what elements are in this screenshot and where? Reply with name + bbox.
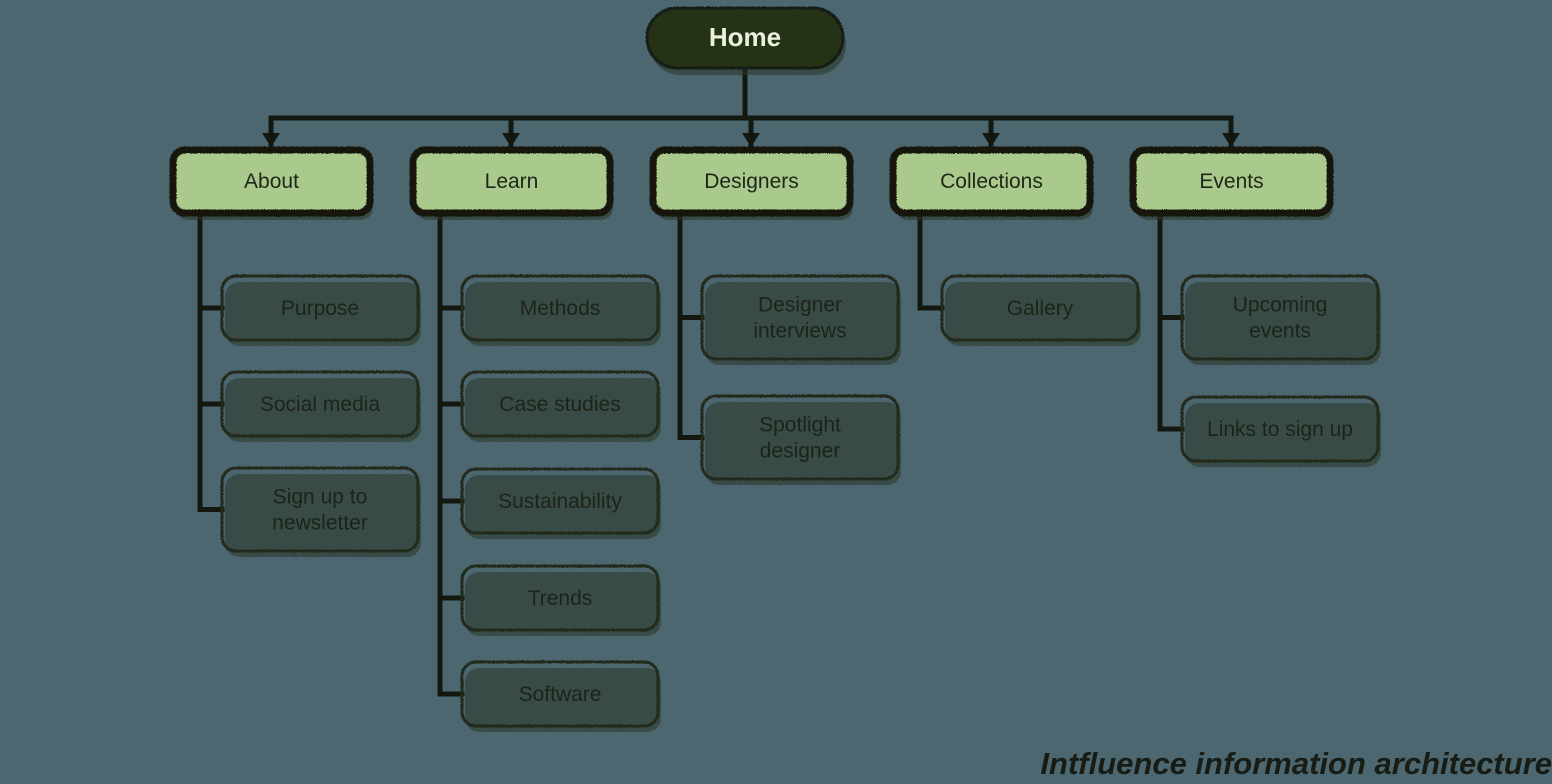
arrow-about bbox=[262, 133, 280, 147]
node-leaf-case-studies[interactable]: Case studies bbox=[460, 370, 661, 442]
arrow-learn bbox=[502, 133, 520, 147]
ia-diagram-canvas: Home About Purpose Social media Sign up to ne… bbox=[169, 6, 1381, 732]
node-section-label: Learn bbox=[485, 170, 539, 193]
node-leaf-label: Designer bbox=[758, 294, 842, 317]
node-leaf-label: Purpose bbox=[281, 297, 359, 320]
node-section-events[interactable]: Events bbox=[1129, 146, 1334, 220]
node-leaf-label: Methods bbox=[520, 297, 601, 320]
node-section-label: Collections bbox=[940, 170, 1043, 193]
node-leaf-label: Links to sign up bbox=[1207, 418, 1353, 441]
node-leaf-label: events bbox=[1249, 320, 1311, 343]
node-leaf-label: Trends bbox=[528, 587, 593, 610]
node-leaf-label: Sustainability bbox=[498, 490, 622, 513]
node-leaf-purpose[interactable]: Purpose bbox=[220, 274, 421, 346]
node-leaf-trends[interactable]: Trends bbox=[460, 564, 661, 636]
ia-diagram: Home About Purpose Social media Sign up to ne… bbox=[0, 0, 1552, 784]
node-section-label: About bbox=[244, 170, 299, 193]
node-leaf-label: Upcoming bbox=[1233, 294, 1328, 317]
diagram-caption: Intfluence information architecture bbox=[1040, 746, 1552, 781]
node-section-label: Designers bbox=[704, 170, 799, 193]
node-leaf-sign-up-to-newsletter[interactable]: Sign up to newsletter bbox=[220, 466, 421, 557]
node-leaf-label: Sign up to bbox=[273, 486, 368, 509]
node-leaf-software[interactable]: Software bbox=[460, 660, 661, 732]
node-leaf-links-to-sign-up[interactable]: Links to sign up bbox=[1180, 395, 1381, 467]
node-leaf-gallery[interactable]: Gallery bbox=[940, 274, 1141, 346]
node-leaf-sustainability[interactable]: Sustainability bbox=[460, 467, 661, 539]
node-leaf-label: Gallery bbox=[1007, 297, 1074, 320]
node-section-label: Events bbox=[1199, 170, 1263, 193]
node-leaf-label: Software bbox=[519, 683, 602, 706]
node-leaf-upcoming-events[interactable]: Upcoming events bbox=[1180, 274, 1381, 365]
arrow-designers bbox=[742, 133, 760, 147]
arrow-collections bbox=[982, 133, 1000, 147]
node-section-designers[interactable]: Designers bbox=[649, 146, 854, 220]
node-leaf-social-media[interactable]: Social media bbox=[220, 370, 421, 442]
node-leaf-label: newsletter bbox=[272, 512, 368, 535]
node-leaf-label: Social media bbox=[260, 393, 381, 416]
node-leaf-designer-interviews[interactable]: Designer interviews bbox=[700, 274, 901, 365]
arrow-events bbox=[1222, 133, 1240, 147]
node-leaf-spotlight-designer[interactable]: Spotlight designer bbox=[700, 394, 901, 485]
node-root-label: Home bbox=[709, 22, 781, 52]
node-leaf-methods[interactable]: Methods bbox=[460, 274, 661, 346]
node-leaf-label: Case studies bbox=[499, 393, 620, 416]
node-root-home[interactable]: Home bbox=[645, 6, 846, 75]
node-leaf-label: designer bbox=[760, 440, 841, 463]
node-section-collections[interactable]: Collections bbox=[889, 146, 1094, 220]
node-section-learn[interactable]: Learn bbox=[409, 146, 614, 220]
node-section-about[interactable]: About bbox=[169, 146, 374, 220]
node-leaf-label: Spotlight bbox=[759, 414, 841, 437]
node-leaf-label: interviews bbox=[753, 320, 846, 343]
